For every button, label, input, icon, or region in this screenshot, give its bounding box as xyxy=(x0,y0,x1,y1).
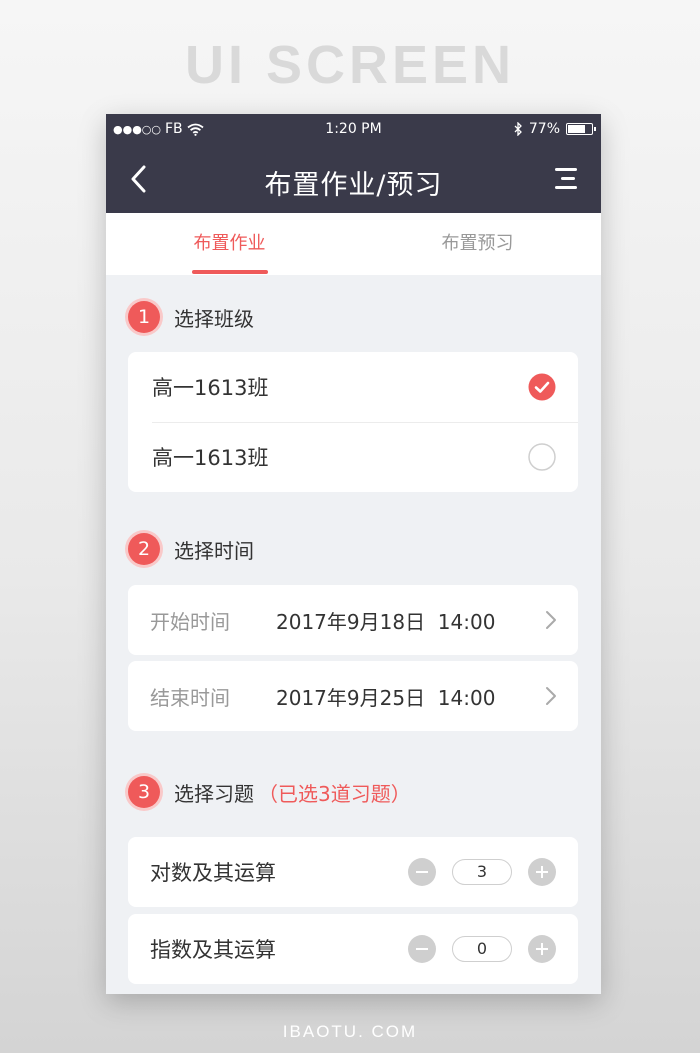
minus-button[interactable] xyxy=(408,858,436,886)
class-list-card: 高一1613班 高一1613班 xyxy=(128,352,578,492)
page-title: 布置作业/预习 xyxy=(264,170,443,201)
end-time-row[interactable]: 结束时间 2017年9月25日 14:00 xyxy=(128,661,578,731)
start-time-label: 开始时间 xyxy=(150,610,230,634)
exercise-row: 对数及其运算 3 xyxy=(128,837,578,907)
checked-circle-icon[interactable] xyxy=(528,373,556,401)
unchecked-circle-icon[interactable] xyxy=(528,443,556,471)
section-header-exercise: 3 选择习题 （已选3道习题） xyxy=(128,773,411,811)
quantity-value[interactable]: 3 xyxy=(452,859,512,885)
battery-percent: 77% xyxy=(528,121,560,137)
start-time-value: 2017年9月18日 14:00 xyxy=(276,610,496,634)
battery-icon xyxy=(566,123,596,135)
quantity-value[interactable]: 0 xyxy=(452,936,512,962)
quantity-stepper: 3 xyxy=(408,857,556,887)
plus-button[interactable] xyxy=(528,858,556,886)
minus-icon xyxy=(416,871,428,873)
end-time-value: 2017年9月25日 14:00 xyxy=(276,686,496,710)
step-number-badge: 3 xyxy=(128,776,160,808)
exercise-label: 指数及其运算 xyxy=(150,938,276,962)
tab-assign-preview[interactable]: 布置预习 xyxy=(354,213,601,275)
exercise-label: 对数及其运算 xyxy=(150,861,276,885)
section-title: 选择习题 xyxy=(174,781,254,806)
class-option-label: 高一1613班 xyxy=(152,376,269,400)
plus-button[interactable] xyxy=(528,935,556,963)
class-option-label: 高一1613班 xyxy=(152,446,269,470)
plus-icon-stroke xyxy=(541,866,543,878)
tab-active-indicator xyxy=(192,270,268,274)
start-time-row[interactable]: 开始时间 2017年9月18日 14:00 xyxy=(128,585,578,655)
top-bar: ●●●○○ FB 1:20 PM 77% 布置作业/预习 xyxy=(106,114,601,213)
section-header-class: 1 选择班级 xyxy=(128,298,254,336)
bluetooth-icon xyxy=(514,122,522,136)
menu-button[interactable] xyxy=(553,166,581,192)
step-number-badge: 2 xyxy=(128,533,160,565)
section-header-time: 2 选择时间 xyxy=(128,530,254,568)
section-title: 选择班级 xyxy=(174,306,254,331)
site-credit: IBAOTU. COM xyxy=(282,1022,418,1041)
chevron-right-icon xyxy=(546,687,556,705)
menu-icon xyxy=(555,168,577,189)
tab-bar: 布置作业 布置预习 xyxy=(106,213,601,275)
end-time-label: 结束时间 xyxy=(150,686,230,710)
plus-icon-stroke xyxy=(541,943,543,955)
minus-icon xyxy=(416,948,428,950)
status-bar: ●●●○○ FB 1:20 PM 77% xyxy=(106,114,601,146)
phone-screen: ●●●○○ FB 1:20 PM 77% 布置作业/预习 布置作业 布置预习 1… xyxy=(106,114,601,994)
tab-assign-homework[interactable]: 布置作业 xyxy=(106,213,353,275)
step-number-badge: 1 xyxy=(128,301,160,333)
chevron-right-icon xyxy=(546,611,556,629)
quantity-stepper: 0 xyxy=(408,934,556,964)
selected-count-note: （已选3道习题） xyxy=(258,781,411,806)
class-option[interactable]: 高一1613班 xyxy=(128,352,578,422)
section-title: 选择时间 xyxy=(174,538,254,563)
nav-bar: 布置作业/预习 xyxy=(106,146,601,213)
page-heading: UI SCREEN xyxy=(184,35,516,95)
exercise-row: 指数及其运算 0 xyxy=(128,914,578,984)
class-option[interactable]: 高一1613班 xyxy=(128,422,578,492)
minus-button[interactable] xyxy=(408,935,436,963)
